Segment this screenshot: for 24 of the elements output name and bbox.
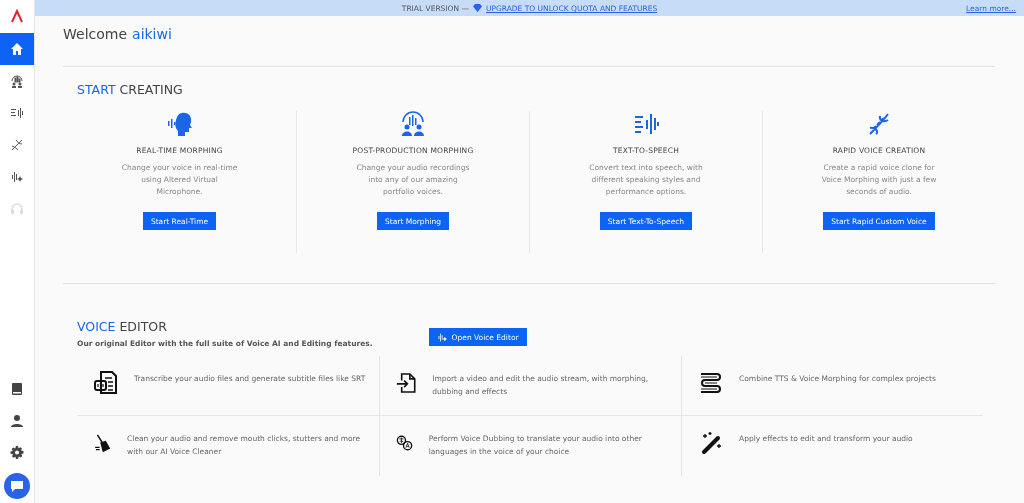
section-heading: EDITOR — [119, 319, 167, 334]
section-heading-accent: START — [77, 82, 116, 97]
people-waveform-icon — [399, 111, 427, 137]
sidebar-item[interactable] — [0, 33, 34, 65]
user-icon[interactable] — [10, 414, 24, 428]
logo-icon — [10, 9, 24, 23]
book-icon[interactable] — [10, 382, 24, 396]
welcome-text: Welcome — [63, 26, 128, 44]
home-icon — [10, 42, 24, 56]
chat-icon[interactable] — [4, 473, 30, 499]
waveform-sparkle-icon — [10, 170, 24, 184]
people-waveform-icon — [10, 74, 24, 88]
file-import-icon — [396, 370, 418, 396]
section-heading: CREATING — [119, 82, 183, 97]
text-waveform-icon — [10, 106, 24, 120]
transcript-icon — [93, 370, 119, 396]
headset-icon — [10, 202, 24, 216]
diamond-icon — [473, 4, 482, 12]
section-heading-accent: VOICE — [77, 319, 116, 334]
coil-icon — [698, 370, 724, 396]
username: aikiwi — [132, 26, 172, 44]
speaking-head-icon — [165, 111, 194, 137]
text-waveform-icon — [632, 111, 660, 137]
settings-icon[interactable] — [10, 446, 24, 460]
